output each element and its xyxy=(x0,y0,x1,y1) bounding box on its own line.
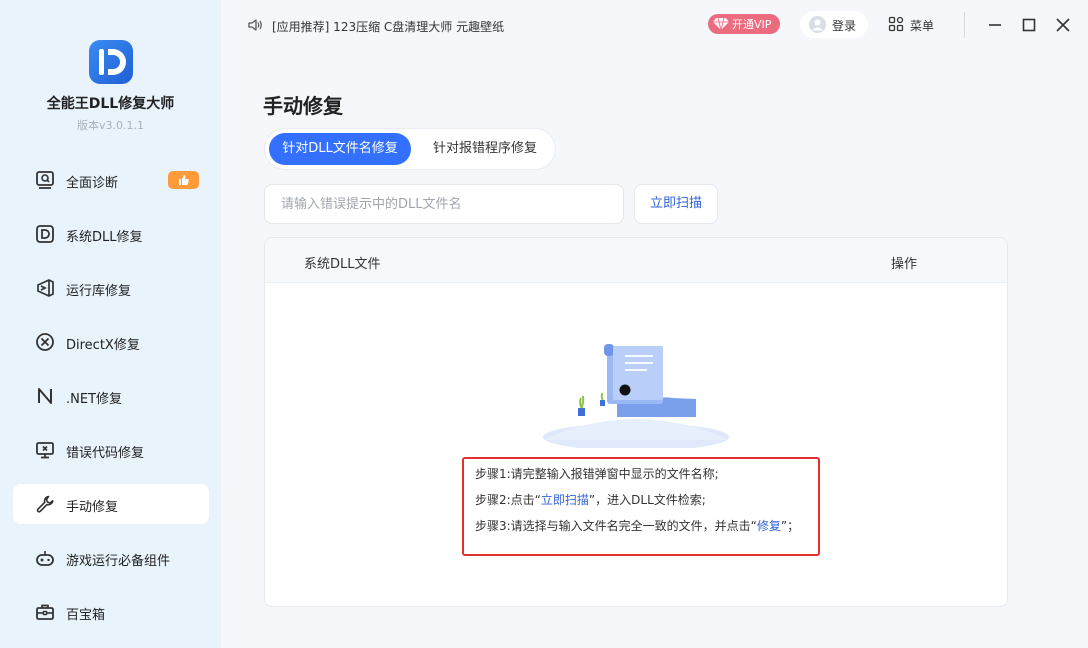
step-3-repair-link: 修复 xyxy=(756,519,781,533)
step-2-scan-link: 立即扫描 xyxy=(540,493,589,507)
vip-label: 开通VIP xyxy=(732,18,772,31)
sidebar-item-dotnet[interactable]: .NET修复 xyxy=(13,376,209,416)
maximize-icon[interactable] xyxy=(1019,15,1039,35)
menu-label: 菜单 xyxy=(910,19,935,33)
avatar-icon xyxy=(809,16,826,33)
sidebar-item-error-code[interactable]: 错误代码修复 xyxy=(13,430,209,470)
sidebar-item-label: 全面诊断 xyxy=(66,176,119,191)
sidebar-item-full-diagnosis[interactable]: 全面诊断 xyxy=(13,160,209,200)
close-icon[interactable] xyxy=(1053,15,1073,35)
error-code-icon xyxy=(36,442,54,459)
diamond-icon xyxy=(713,17,729,31)
sidebar-item-label: 百宝箱 xyxy=(66,608,106,623)
tab-error-program-repair[interactable]: 针对报错程序修复 xyxy=(417,133,553,165)
step-3-text-after: ”； xyxy=(780,519,800,533)
wrench-icon xyxy=(36,495,54,513)
repair-mode-tabs: 针对DLL文件名修复 针对报错程序修复 xyxy=(264,128,556,170)
thumbs-up-icon xyxy=(168,171,199,189)
grid-menu-icon xyxy=(888,16,904,32)
sidebar-item-label: DirectX修复 xyxy=(66,338,140,353)
sidebar: 全能王DLL修复大师 版本v3.0.1.1 全面诊断 系统DLL修复 运行库修复… xyxy=(0,0,221,648)
sidebar-item-system-dll[interactable]: 系统DLL修复 xyxy=(13,214,209,254)
menu-button[interactable]: 菜单 xyxy=(886,11,946,38)
scan-now-button[interactable]: 立即扫描 xyxy=(634,184,718,224)
app-version: 版本v3.0.1.1 xyxy=(77,119,144,132)
sidebar-item-label: 手动修复 xyxy=(66,500,119,515)
dotnet-icon xyxy=(38,388,52,404)
tab-dll-filename-repair[interactable]: 针对DLL文件名修复 xyxy=(269,133,411,165)
column-header-dll-file: 系统DLL文件 xyxy=(304,257,381,272)
app-logo xyxy=(89,40,133,84)
dll-results-table: 系统DLL文件 操作 步骤1:请完整输入报错弹窗中显示的文件名称; 步骤2:点击… xyxy=(264,237,1008,607)
scan-icon xyxy=(36,171,54,189)
app-announcement[interactable]: [应用推荐] 123压缩 C盘清理大师 元趣壁纸 xyxy=(272,18,504,35)
step-3-text-before: 步骤3:请选择与输入文件名完全一致的文件，并点击“ xyxy=(475,519,757,533)
step-2-text-before: 步骤2:点击“ xyxy=(475,493,541,507)
table-header: 系统DLL文件 操作 xyxy=(265,238,1007,283)
open-vip-button[interactable]: 开通VIP xyxy=(708,14,780,34)
sidebar-item-label: .NET修复 xyxy=(66,392,123,407)
minimize-icon[interactable] xyxy=(985,15,1005,35)
step-2-text-after: ”，进入DLL文件检索; xyxy=(588,493,706,507)
page-title: 手动修复 xyxy=(263,94,343,118)
speaker-icon xyxy=(248,19,262,31)
step-3: 步骤3:请选择与输入文件名完全一致的文件，并点击“修复”； xyxy=(475,517,799,534)
sidebar-item-label: 错误代码修复 xyxy=(66,446,145,461)
directx-icon xyxy=(36,333,54,351)
sidebar-item-directx[interactable]: DirectX修复 xyxy=(13,322,209,362)
login-button[interactable]: 登录 xyxy=(800,11,868,38)
dll-filename-input[interactable] xyxy=(264,184,624,224)
runtime-icon xyxy=(37,279,54,297)
sidebar-item-label: 系统DLL修复 xyxy=(66,230,143,245)
instruction-steps: 步骤1:请完整输入报错弹窗中显示的文件名称; 步骤2:点击“立即扫描”，进入DL… xyxy=(462,457,820,556)
sidebar-item-game-components[interactable]: 游戏运行必备组件 xyxy=(13,538,209,578)
gamepad-icon xyxy=(36,551,54,566)
toolbox-icon xyxy=(36,604,54,620)
sidebar-item-toolbox[interactable]: 百宝箱 xyxy=(13,592,209,632)
sidebar-item-manual-repair[interactable]: 手动修复 xyxy=(13,484,209,524)
sidebar-item-runtime[interactable]: 运行库修复 xyxy=(13,268,209,308)
sidebar-item-label: 运行库修复 xyxy=(66,284,132,299)
column-header-action: 操作 xyxy=(891,257,918,272)
empty-state-illustration xyxy=(543,344,729,448)
dll-icon xyxy=(36,225,54,243)
app-name: 全能王DLL修复大师 xyxy=(46,96,175,112)
step-1: 步骤1:请完整输入报错弹窗中显示的文件名称; xyxy=(475,465,719,482)
toolbar-divider xyxy=(964,12,965,38)
login-label: 登录 xyxy=(832,19,857,33)
sidebar-item-label: 游戏运行必备组件 xyxy=(66,554,171,569)
step-2: 步骤2:点击“立即扫描”，进入DLL文件检索; xyxy=(475,491,706,508)
step-1-text: 步骤1:请完整输入报错弹窗中显示的文件名称; xyxy=(475,467,719,481)
